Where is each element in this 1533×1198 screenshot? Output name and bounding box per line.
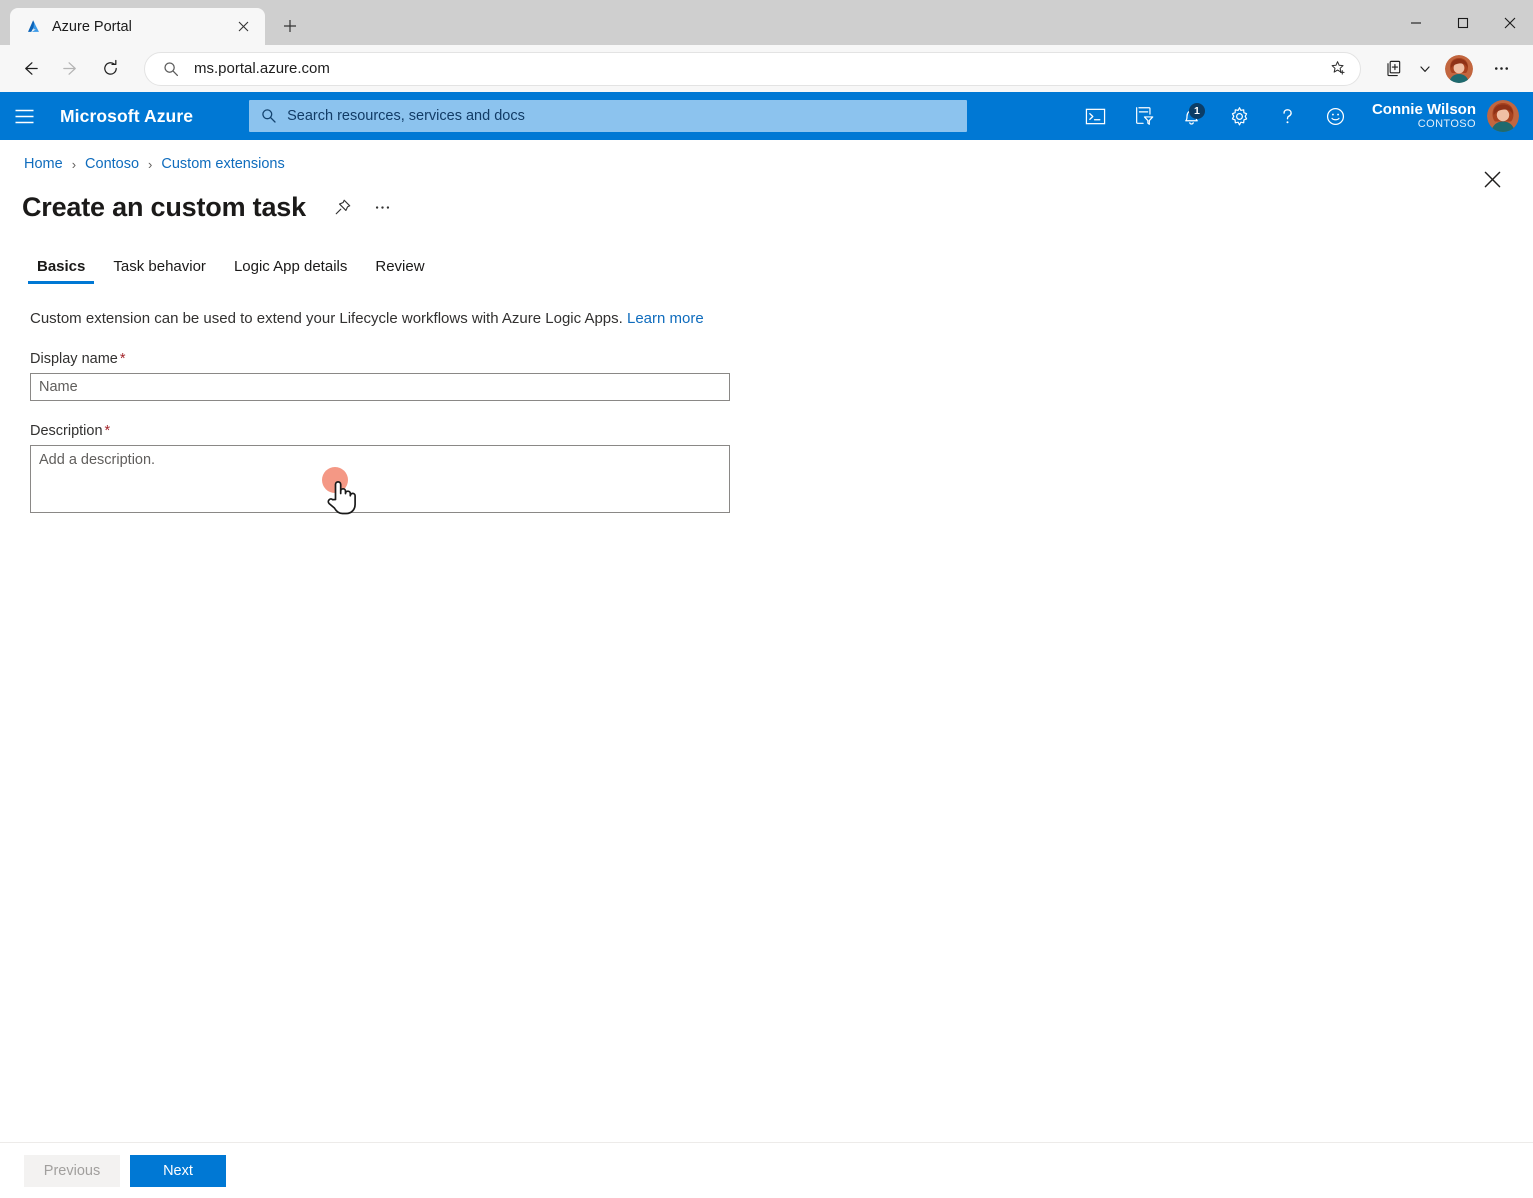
cloud-shell-icon[interactable] (1072, 92, 1120, 140)
notifications-bell-icon[interactable]: 1 (1168, 92, 1216, 140)
next-button[interactable]: Next (130, 1155, 226, 1187)
page-title: Create an custom task (22, 192, 306, 223)
user-account-text: Connie Wilson CONTOSO (1372, 102, 1476, 131)
ellipsis-icon[interactable] (1483, 51, 1519, 87)
display-name-label-text: Display name (30, 351, 118, 367)
blade-close-button[interactable] (1475, 162, 1509, 196)
user-avatar-icon (1487, 100, 1519, 132)
notifications-badge: 1 (1189, 103, 1205, 119)
maximize-icon[interactable] (1439, 0, 1486, 45)
description-label: Description* (30, 423, 1533, 439)
new-tab-button[interactable] (273, 9, 307, 43)
ellipsis-icon[interactable] (366, 190, 400, 224)
azure-search-box[interactable]: Search resources, services and docs (249, 100, 967, 132)
chevron-down-icon[interactable] (1415, 51, 1435, 87)
profile-avatar-icon[interactable] (1445, 55, 1473, 83)
address-bar[interactable]: ms.portal.azure.com (144, 52, 1361, 86)
close-icon[interactable] (231, 15, 255, 39)
azure-logo-icon (24, 18, 42, 36)
tab-review[interactable]: Review (366, 258, 433, 284)
refresh-icon[interactable] (92, 51, 128, 87)
user-org: CONTOSO (1372, 118, 1476, 130)
learn-more-link[interactable]: Learn more (627, 310, 704, 327)
breadcrumb-separator-icon: › (148, 157, 152, 172)
feedback-smiley-icon[interactable] (1312, 92, 1360, 140)
blade-title-row: Create an custom task (0, 172, 1533, 224)
browser-titlebar: Azure Portal (0, 0, 1533, 45)
directories-subscriptions-icon[interactable] (1120, 92, 1168, 140)
blade-footer: Previous Next (0, 1142, 1533, 1198)
settings-gear-icon[interactable] (1216, 92, 1264, 140)
tab-logic-app-details[interactable]: Logic App details (225, 258, 356, 284)
window-controls (1392, 0, 1533, 45)
description-textarea[interactable] (30, 445, 730, 513)
azure-search-placeholder: Search resources, services and docs (287, 108, 525, 124)
field-group-display-name: Display name* (30, 351, 1533, 401)
tab-task-behavior[interactable]: Task behavior (104, 258, 215, 284)
azure-header-icons: 1 Connie Wilson CONTOSO (1072, 92, 1533, 140)
star-add-icon[interactable] (1324, 55, 1352, 83)
breadcrumb: Home › Contoso › Custom extensions (0, 140, 1533, 172)
close-icon[interactable] (1486, 0, 1533, 45)
pin-icon[interactable] (326, 190, 360, 224)
tab-basics[interactable]: Basics (28, 258, 94, 284)
search-icon (161, 59, 181, 79)
breadcrumb-item-custom-extensions[interactable]: Custom extensions (161, 156, 284, 172)
azure-brand-label[interactable]: Microsoft Azure (60, 106, 193, 127)
forward-arrow-icon (52, 51, 88, 87)
hamburger-menu-icon[interactable] (0, 92, 48, 140)
breadcrumb-separator-icon: › (72, 157, 76, 172)
breadcrumb-item-home[interactable]: Home (24, 156, 63, 172)
description-label-text: Description (30, 423, 103, 439)
previous-button[interactable]: Previous (24, 1155, 120, 1187)
browser-tab-title: Azure Portal (52, 19, 221, 35)
azure-top-bar: Microsoft Azure Search resources, servic… (0, 92, 1533, 140)
address-bar-url: ms.portal.azure.com (194, 60, 1324, 77)
required-marker: * (105, 423, 111, 439)
required-marker: * (120, 351, 126, 367)
intro-text: Custom extension can be used to extend y… (30, 310, 1533, 327)
minimize-icon[interactable] (1392, 0, 1439, 45)
browser-tab-strip: Azure Portal (0, 8, 307, 45)
blade-form: Custom extension can be used to extend y… (0, 284, 1533, 513)
breadcrumb-item-contoso[interactable]: Contoso (85, 156, 139, 172)
browser-toolbar: ms.portal.azure.com (0, 45, 1533, 92)
back-arrow-icon[interactable] (12, 51, 48, 87)
intro-text-body: Custom extension can be used to extend y… (30, 310, 623, 327)
blade-panel: Home › Contoso › Custom extensions Creat… (0, 140, 1533, 1198)
display-name-label: Display name* (30, 351, 1533, 367)
blade-tabs: Basics Task behavior Logic App details R… (0, 224, 1533, 284)
browser-tab[interactable]: Azure Portal (10, 8, 265, 45)
help-question-icon[interactable] (1264, 92, 1312, 140)
display-name-input[interactable] (30, 373, 730, 401)
user-name: Connie Wilson (1372, 102, 1476, 119)
field-group-description: Description* (30, 423, 1533, 513)
user-account-button[interactable]: Connie Wilson CONTOSO (1360, 92, 1533, 140)
search-icon (259, 106, 279, 126)
collections-icon[interactable] (1375, 51, 1411, 87)
